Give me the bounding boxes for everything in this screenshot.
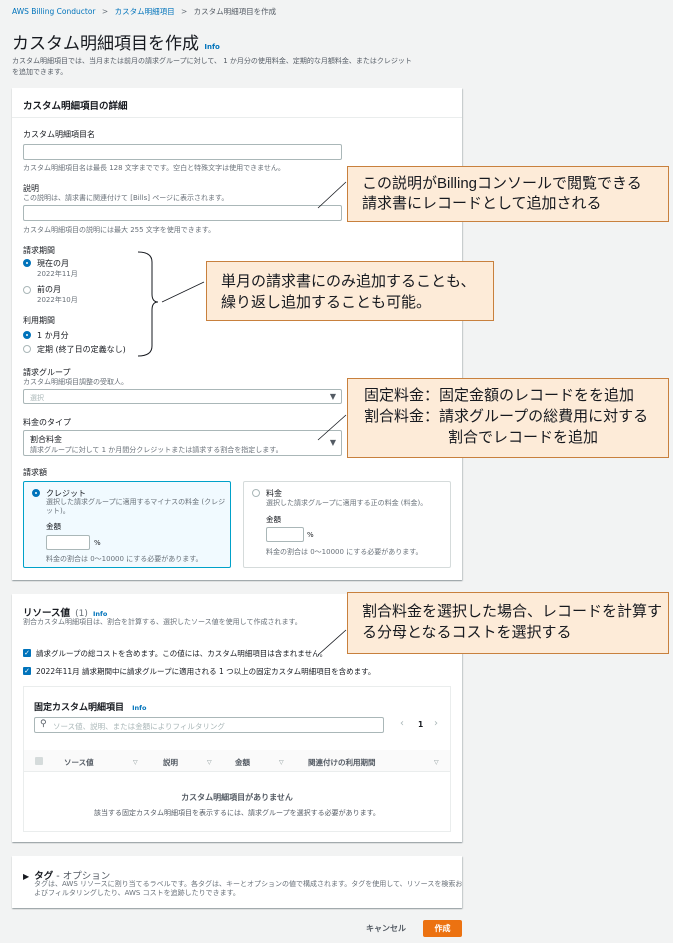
callout-line <box>317 181 347 209</box>
note-line: 割合料金：請求グループの総費用に対する <box>364 408 649 425</box>
callout-line <box>317 629 347 656</box>
note-line: 割合料金を選択した場合、レコードを計算す <box>362 603 663 620</box>
annotation-note-resource: 割合料金を選択した場合、レコードを計算す る分母となるコストを選択する <box>347 592 669 654</box>
annotation-note-description: この説明がBillingコンソールで閲覧できる 請求書にレコードとして追加される <box>347 166 669 222</box>
callout-line <box>317 414 347 441</box>
note-line: 繰り返し追加することも可能。 <box>221 294 432 311</box>
callout-line <box>161 281 205 303</box>
note-line: る分母となるコストを選択する <box>362 624 572 641</box>
note-line: 請求書にレコードとして追加される <box>362 195 602 212</box>
note-line: 割合でレコードを追加 <box>448 429 599 446</box>
bracket <box>137 251 159 357</box>
annotation-note-period: 単月の請求書にのみ追加することも、 繰り返し追加することも可能。 <box>206 261 494 321</box>
note-line: 固定料金：固定金額のレコードをを追加 <box>364 387 635 404</box>
note-line: この説明がBillingコンソールで閲覧できる <box>362 175 642 192</box>
note-line: 単月の請求書にのみ追加することも、 <box>221 273 476 290</box>
annotation-note-charge-type: 固定料金：固定金額のレコードをを追加 割合料金：請求グループの総費用に対する 割… <box>347 378 669 458</box>
annotation-lines <box>137 181 347 656</box>
